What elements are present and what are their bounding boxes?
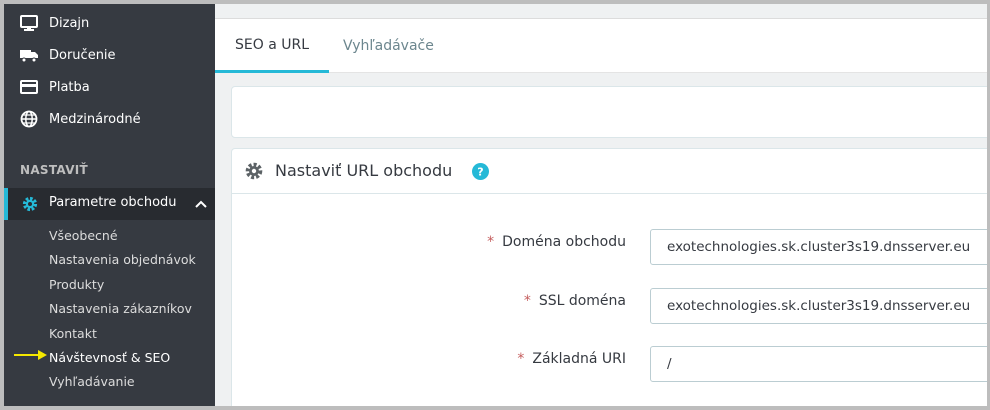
sidebar-item-platba[interactable]: Platba: [4, 71, 215, 103]
gear-icon: [245, 162, 263, 180]
globe-icon: [20, 110, 38, 128]
monitor-icon: [20, 15, 38, 31]
field-label-ssl-domena: * SSL doména: [426, 293, 626, 309]
sidebar-item-label: Medzinárodné: [49, 111, 141, 127]
panel-title: Nastaviť URL obchodu: [275, 161, 453, 180]
sidebar-subitem-kontakt[interactable]: Kontakt: [49, 326, 97, 341]
tab-seo-a-url[interactable]: SEO a URL: [215, 19, 330, 73]
ssl-domain-input[interactable]: exotechnologies.sk.cluster3s19.dnsserver…: [650, 288, 987, 324]
required-marker: *: [523, 293, 531, 309]
sidebar-subitem-nastavenia-zakaznikov[interactable]: Nastavenia zákazníkov: [49, 301, 192, 316]
field-label-text: Doména obchodu: [502, 234, 626, 250]
required-marker: *: [487, 234, 495, 250]
sidebar-item-label: Parametre obchodu: [49, 195, 177, 210]
help-icon[interactable]: ?: [472, 163, 489, 180]
tab-bar: SEO a URL Vyhľadávače: [215, 18, 987, 73]
yellow-arrow-annotation-icon: [14, 350, 47, 360]
field-label-text: Základná URI: [532, 351, 626, 367]
empty-panel: [231, 86, 987, 138]
credit-card-icon: [20, 80, 38, 94]
base-uri-input[interactable]: /: [650, 346, 987, 382]
sidebar-subitem-produkty[interactable]: Produkty: [49, 277, 104, 292]
field-label-zakladna-uri: * Základná URI: [426, 351, 626, 367]
main-content: SEO a URL Vyhľadávače Nastaviť URL obcho…: [215, 4, 987, 406]
field-label-domena: * Doména obchodu: [426, 234, 626, 250]
sidebar-subitem-vseobecne[interactable]: Všeobecné: [49, 228, 118, 243]
sidebar-subitem-vyhladavanie[interactable]: Vyhľadávanie: [49, 374, 135, 389]
sidebar-item-dorucenie[interactable]: Doručenie: [4, 39, 215, 71]
screen-frame: Dizajn Doručenie Platba Medzinárodné NAS…: [4, 4, 987, 406]
sidebar-item-label: Platba: [49, 79, 90, 95]
sidebar-subitem-nastavenia-objednavok[interactable]: Nastavenia objednávok: [49, 252, 196, 267]
chevron-up-icon[interactable]: [195, 199, 207, 209]
sidebar-item-label: Doručenie: [49, 47, 116, 63]
sidebar-item-medzinarodne[interactable]: Medzinárodné: [4, 103, 215, 135]
store-url-panel: Nastaviť URL obchodu ? * Doména obchodu e…: [231, 148, 987, 406]
gear-icon: [22, 196, 38, 212]
sidebar-section-title: NASTAVIŤ: [20, 163, 89, 177]
sidebar-item-label: Dizajn: [49, 15, 90, 31]
tab-vyhladavace[interactable]: Vyhľadávače: [323, 19, 454, 73]
sidebar: Dizajn Doručenie Platba Medzinárodné NAS…: [4, 4, 215, 406]
sidebar-item-dizajn[interactable]: Dizajn: [4, 7, 215, 39]
shop-domain-input[interactable]: exotechnologies.sk.cluster3s19.dnsserver…: [650, 229, 987, 265]
truck-icon: [20, 50, 38, 63]
field-label-text: SSL doména: [538, 293, 626, 309]
sidebar-item-parametre-obchodu[interactable]: Parametre obchodu: [4, 188, 215, 220]
required-marker: *: [517, 351, 525, 367]
svg-text:?: ?: [477, 166, 483, 179]
sidebar-subitem-navstevnost-seo[interactable]: Návštevnosť & SEO: [49, 350, 170, 365]
panel-header: Nastaviť URL obchodu ?: [232, 149, 987, 194]
